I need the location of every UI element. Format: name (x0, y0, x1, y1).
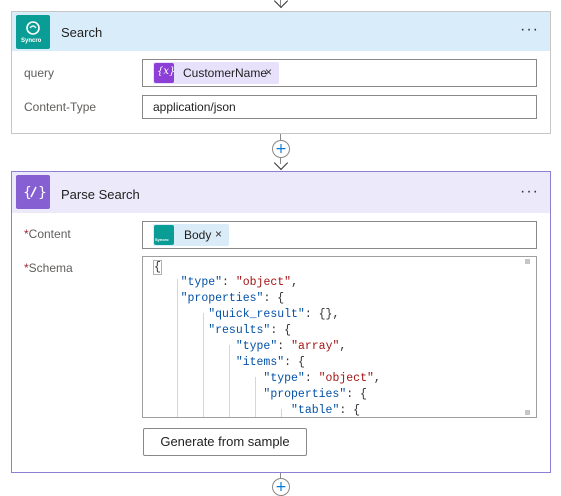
content-type-value: application/json (153, 100, 236, 114)
remove-token-icon[interactable]: × (265, 65, 272, 79)
schema-line-5: "results": { (208, 324, 292, 337)
body-token[interactable]: Syncro Body × (153, 224, 229, 246)
content-label: *Content (24, 227, 71, 241)
search-action-header[interactable]: Syncro Search ··· (12, 12, 550, 51)
parse-json-icon: { } (16, 175, 50, 209)
search-action-card[interactable]: Syncro Search ··· query {x} CustomerName… (11, 11, 551, 134)
svg-text:}: } (38, 185, 47, 201)
schema-editor[interactable]: { "type": "object", "properties": { "qui… (142, 256, 537, 418)
more-options-icon[interactable]: ··· (520, 183, 539, 201)
scrollbar-up-icon[interactable] (525, 259, 530, 264)
search-action-title[interactable]: Search (61, 25, 102, 40)
schema-line-6: "type": "array", (235, 340, 347, 353)
parse-action-card[interactable]: { } Parse Search ··· *Content Syncro Bod… (11, 171, 551, 473)
schema-line-10: "table": { (291, 404, 361, 417)
content-field[interactable]: Syncro Body × (142, 221, 537, 249)
syncro-icon: Syncro (16, 15, 50, 49)
svg-text:{: { (23, 185, 32, 201)
schema-line-1: { (153, 260, 162, 275)
schema-line-3: "properties": { (180, 292, 285, 305)
schema-line-4: "quick_result": {}, (208, 308, 340, 321)
generate-from-sample-button[interactable]: Generate from sample (143, 428, 307, 456)
arrow-down-icon (273, 0, 289, 9)
scrollbar-down-icon[interactable] (525, 410, 530, 415)
schema-line-2: "type": "object", (180, 276, 298, 289)
parse-action-title[interactable]: Parse Search (61, 187, 140, 202)
more-options-icon[interactable]: ··· (520, 21, 539, 39)
content-type-label: Content-Type (24, 100, 97, 114)
token-label: Body (184, 228, 212, 242)
query-label: query (24, 66, 55, 80)
customername-token[interactable]: {x} CustomerName × (153, 62, 279, 84)
expression-icon: {x} (154, 63, 175, 83)
schema-line-8: "type": "object", (263, 372, 381, 385)
syncro-icon: Syncro (154, 225, 174, 245)
token-label: CustomerName (183, 66, 268, 80)
parse-action-header[interactable]: { } Parse Search ··· (12, 172, 550, 213)
query-field[interactable]: {x} CustomerName × (142, 59, 537, 87)
schema-label: *Schema (24, 261, 73, 275)
arrow-down-icon (273, 155, 289, 171)
schema-line-7: "items": { (235, 356, 305, 369)
schema-line-9: "properties": { (263, 388, 367, 401)
remove-token-icon[interactable]: × (215, 227, 222, 241)
add-step-button[interactable]: + (272, 478, 290, 496)
content-type-field[interactable]: application/json (142, 95, 537, 119)
